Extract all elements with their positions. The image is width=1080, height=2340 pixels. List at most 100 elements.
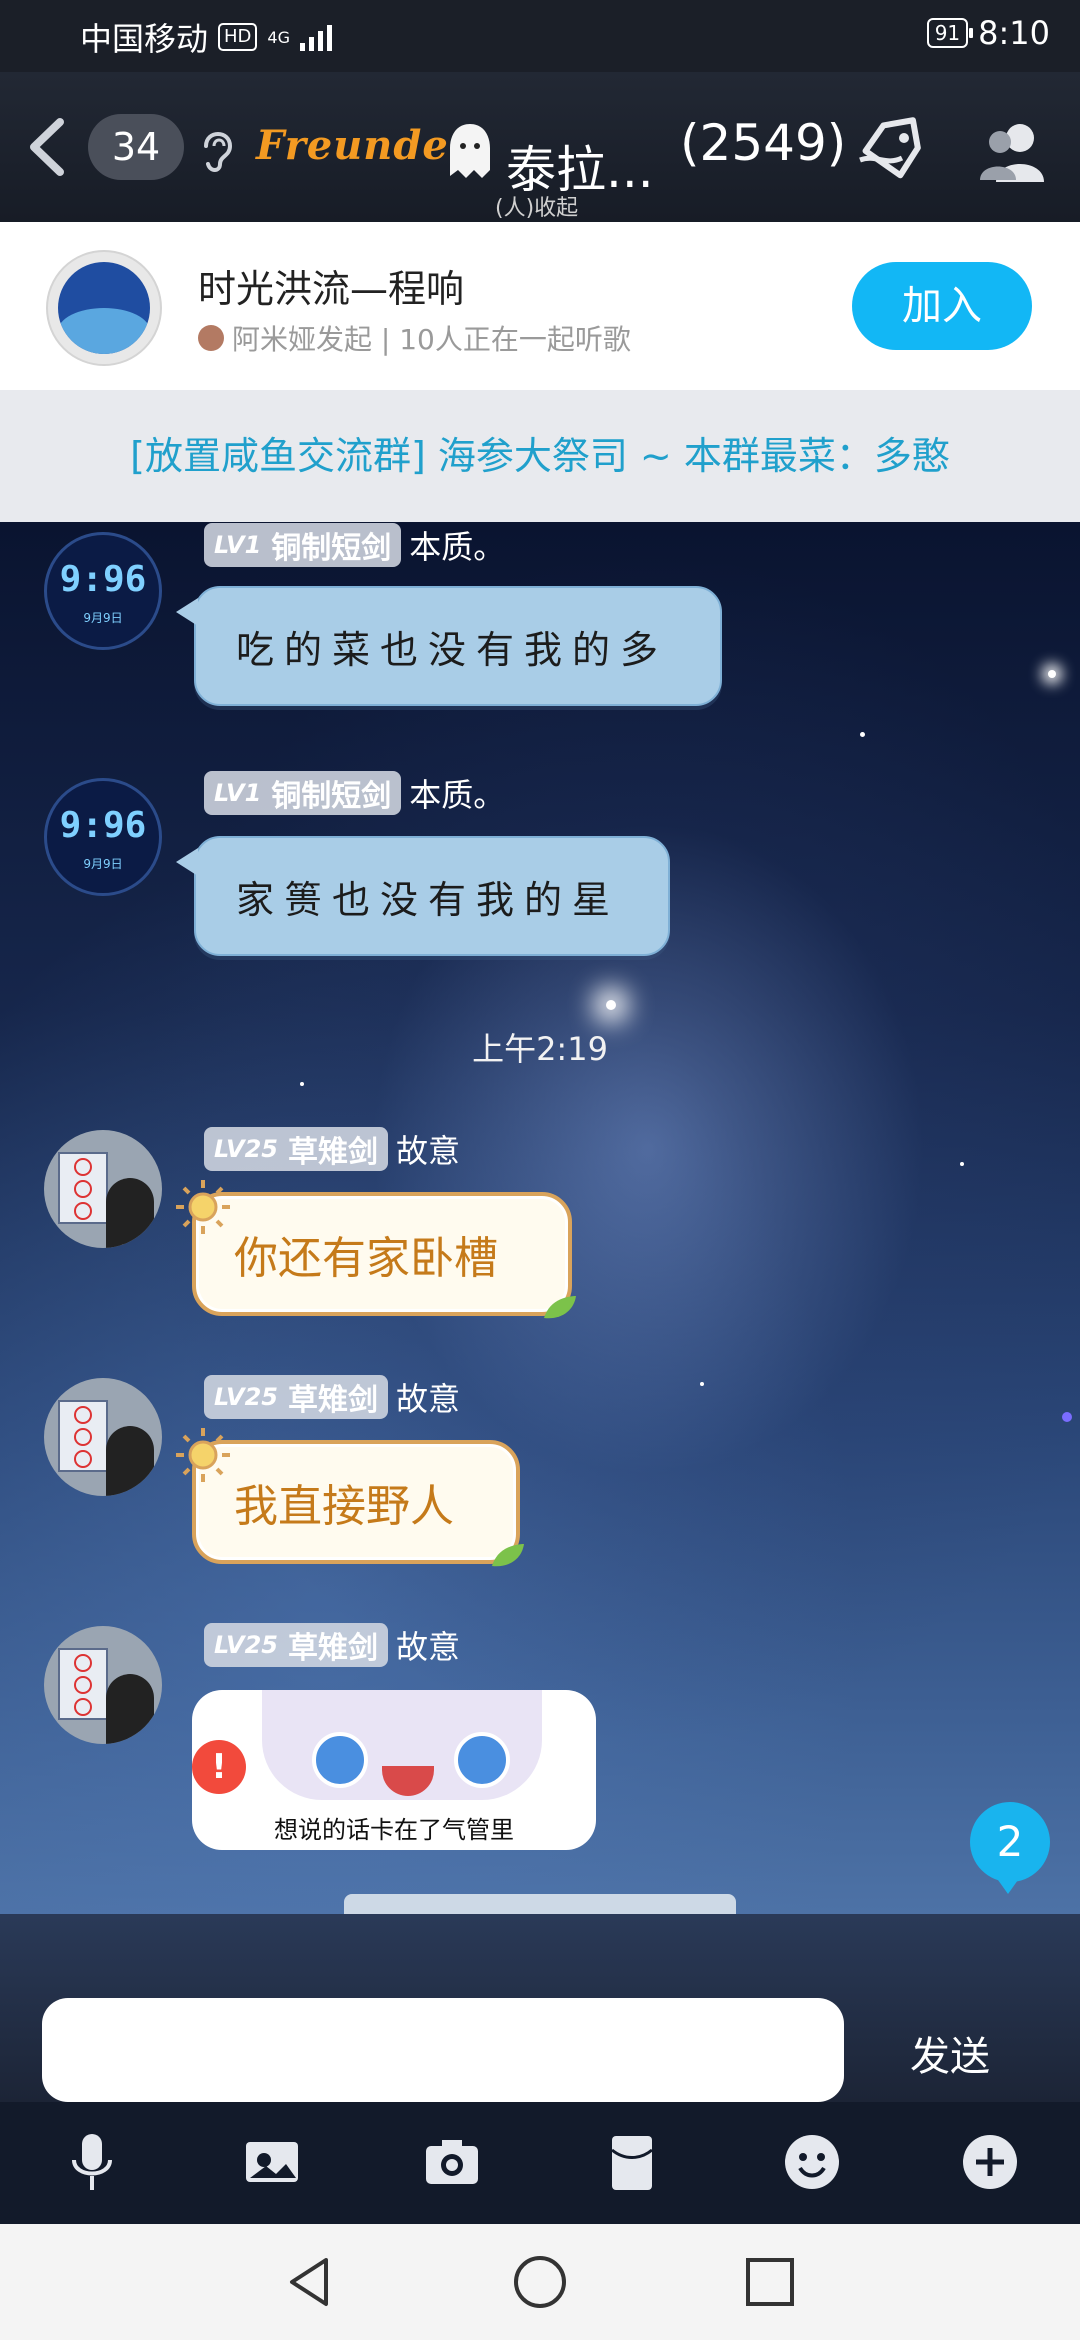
song-title: 时光洪流—程响 [198,267,465,311]
status-bar: 中国移动 HD 4G 91 8:10 [0,0,1080,72]
level-badge: LV1 铜制短剑 [204,771,402,815]
avatar-clock-time: 9:96 [59,805,147,846]
ear-icon[interactable] [196,124,236,174]
level-badge: LV25 草雉剑 [204,1375,388,1419]
member-count: (2549) [680,114,847,172]
chat-header: 34 Freunde 泰拉... (人)收起 (2549) [0,72,1080,222]
message-bubble[interactable]: 家篑也没有我的星 [176,836,670,956]
signal-icon [300,23,332,51]
avatar[interactable] [44,1378,162,1496]
home-circle-icon[interactable] [512,2254,568,2310]
chat-area[interactable]: 9:96 9月9日 LV1 铜制短剑 本质。 吃的菜也没有我的多 9:96 9月9… [0,522,1080,1914]
title-label: 铜制短剑 [271,779,392,814]
level-label: LV25 [214,1383,278,1411]
message-text: 家篑也没有我的星 [236,877,621,922]
message-text: 吃的菜也没有我的多 [236,627,669,672]
sticker-caption: 想说的话卡在了气管里 [274,1816,514,1844]
avatar-clock-date: 9月9日 [83,611,123,625]
level-label: LV25 [214,1631,278,1659]
sender-nickname[interactable]: 故意 [396,1622,460,1668]
group-members-icon[interactable] [976,116,1050,186]
carrier-label: 中国移动 [80,20,209,58]
send-button[interactable]: 发送 [880,2024,1020,2082]
back-triangle-icon[interactable] [282,2254,338,2310]
listen-subtitle-text: 阿米娅发起 | 10人正在一起听歌 [232,323,631,356]
recents-square-icon[interactable] [742,2254,798,2310]
group-notice[interactable]: [放置咸鱼交流群] 海参大祭司 ~ 本群最菜：多憨 [0,390,1080,522]
send-failed-icon[interactable]: ! [192,1740,246,1794]
leaf-icon [492,1544,524,1567]
listen-together-panel[interactable]: 时光洪流—程响 阿米娅发起 | 10人正在一起听歌 加入 [0,222,1080,390]
plus-icon[interactable] [958,2130,1022,2194]
message-bubble[interactable]: 我直接野人 [176,1428,524,1567]
avatar-clock-date: 9月9日 [83,857,123,871]
leaf-icon [544,1296,576,1319]
sticker-message[interactable]: ! 想说的话卡在了气管里 [192,1690,596,1850]
level-badge: LV1 铜制短剑 [204,523,402,567]
star-decoration [700,1382,704,1386]
tag-icon[interactable] [856,116,932,186]
sender-nickname[interactable]: 本质。 [409,522,505,568]
red-packet-icon[interactable] [600,2130,664,2194]
system-navigation-bar [0,2224,1080,2340]
star-decoration [960,1162,964,1166]
title-label: 草雉剑 [287,1135,378,1170]
network-label: 4G [267,27,290,47]
back-arrow-icon[interactable] [18,112,78,182]
message-bubble[interactable]: 吃的菜也没有我的多 [176,586,722,706]
message-text: 你还有家卧槽 [234,1233,498,1284]
sticker-eye [312,1732,368,1788]
sender-row: LV25 草雉剑 故意 [204,1374,460,1420]
join-button[interactable]: 加入 [852,262,1032,350]
sun-icon [176,1428,230,1482]
camera-icon[interactable] [420,2130,484,2194]
sender-row: LV25 草雉剑 故意 [204,1126,460,1172]
sun-icon [176,1180,230,1234]
input-bar: 发送 [0,1914,1080,2102]
level-badge: LV25 草雉剑 [204,1127,388,1171]
avatar-clock-time: 9:96 [59,559,147,600]
level-label: LV25 [214,1135,278,1163]
level-badge: LV25 草雉剑 [204,1623,388,1667]
sender-row: LV1 铜制短剑 本质。 [204,770,505,816]
sender-row: LV25 草雉剑 故意 [204,1622,460,1668]
microphone-icon[interactable] [60,2130,124,2194]
message-text: 我直接野人 [234,1481,454,1532]
battery-icon: 91 [926,18,974,48]
star-decoration [860,732,865,737]
battery-level: 91 [934,21,961,45]
chat-toolbar [0,2102,1080,2224]
message-bubble[interactable]: 你还有家卧槽 [176,1180,576,1319]
avatar[interactable] [44,1626,162,1744]
sender-nickname[interactable]: 故意 [396,1126,460,1172]
avatar[interactable]: 9:96 9月9日 [44,778,162,896]
unread-count-badge[interactable]: 34 [88,114,184,180]
clock: 8:10 [978,14,1050,52]
avatar[interactable] [44,1130,162,1248]
star-decoration [300,1082,304,1086]
title-label: 草雉剑 [287,1631,378,1666]
image-icon[interactable] [240,2130,304,2194]
message-input[interactable] [42,1998,844,2102]
initiator-avatar [198,325,224,351]
title-label: 铜制短剑 [271,531,392,566]
sticker-eye [454,1732,510,1788]
level-label: LV1 [214,531,262,559]
star-decoration [1048,670,1056,678]
title-label: 草雉剑 [287,1383,378,1418]
star-decoration [606,1000,616,1010]
emoji-icon[interactable] [780,2130,844,2194]
brand-logo: Freunde [256,122,449,169]
listen-subtitle: 阿米娅发起 | 10人正在一起听歌 [198,318,631,358]
message-timestamp: 上午2:19 [472,1030,608,1068]
sender-row: LV1 铜制短剑 本质。 [204,522,505,568]
sender-nickname[interactable]: 本质。 [409,770,505,816]
star-decoration [1062,1412,1072,1422]
group-collapse-label[interactable]: (人)收起 [495,190,578,222]
avatar[interactable]: 9:96 9月9日 [44,532,162,650]
sender-nickname[interactable]: 故意 [396,1374,460,1420]
partial-message-bubble [344,1894,736,1914]
new-message-counter[interactable]: 2 [970,1802,1050,1894]
album-cover [46,250,162,366]
hd-icon: HD [218,23,258,51]
